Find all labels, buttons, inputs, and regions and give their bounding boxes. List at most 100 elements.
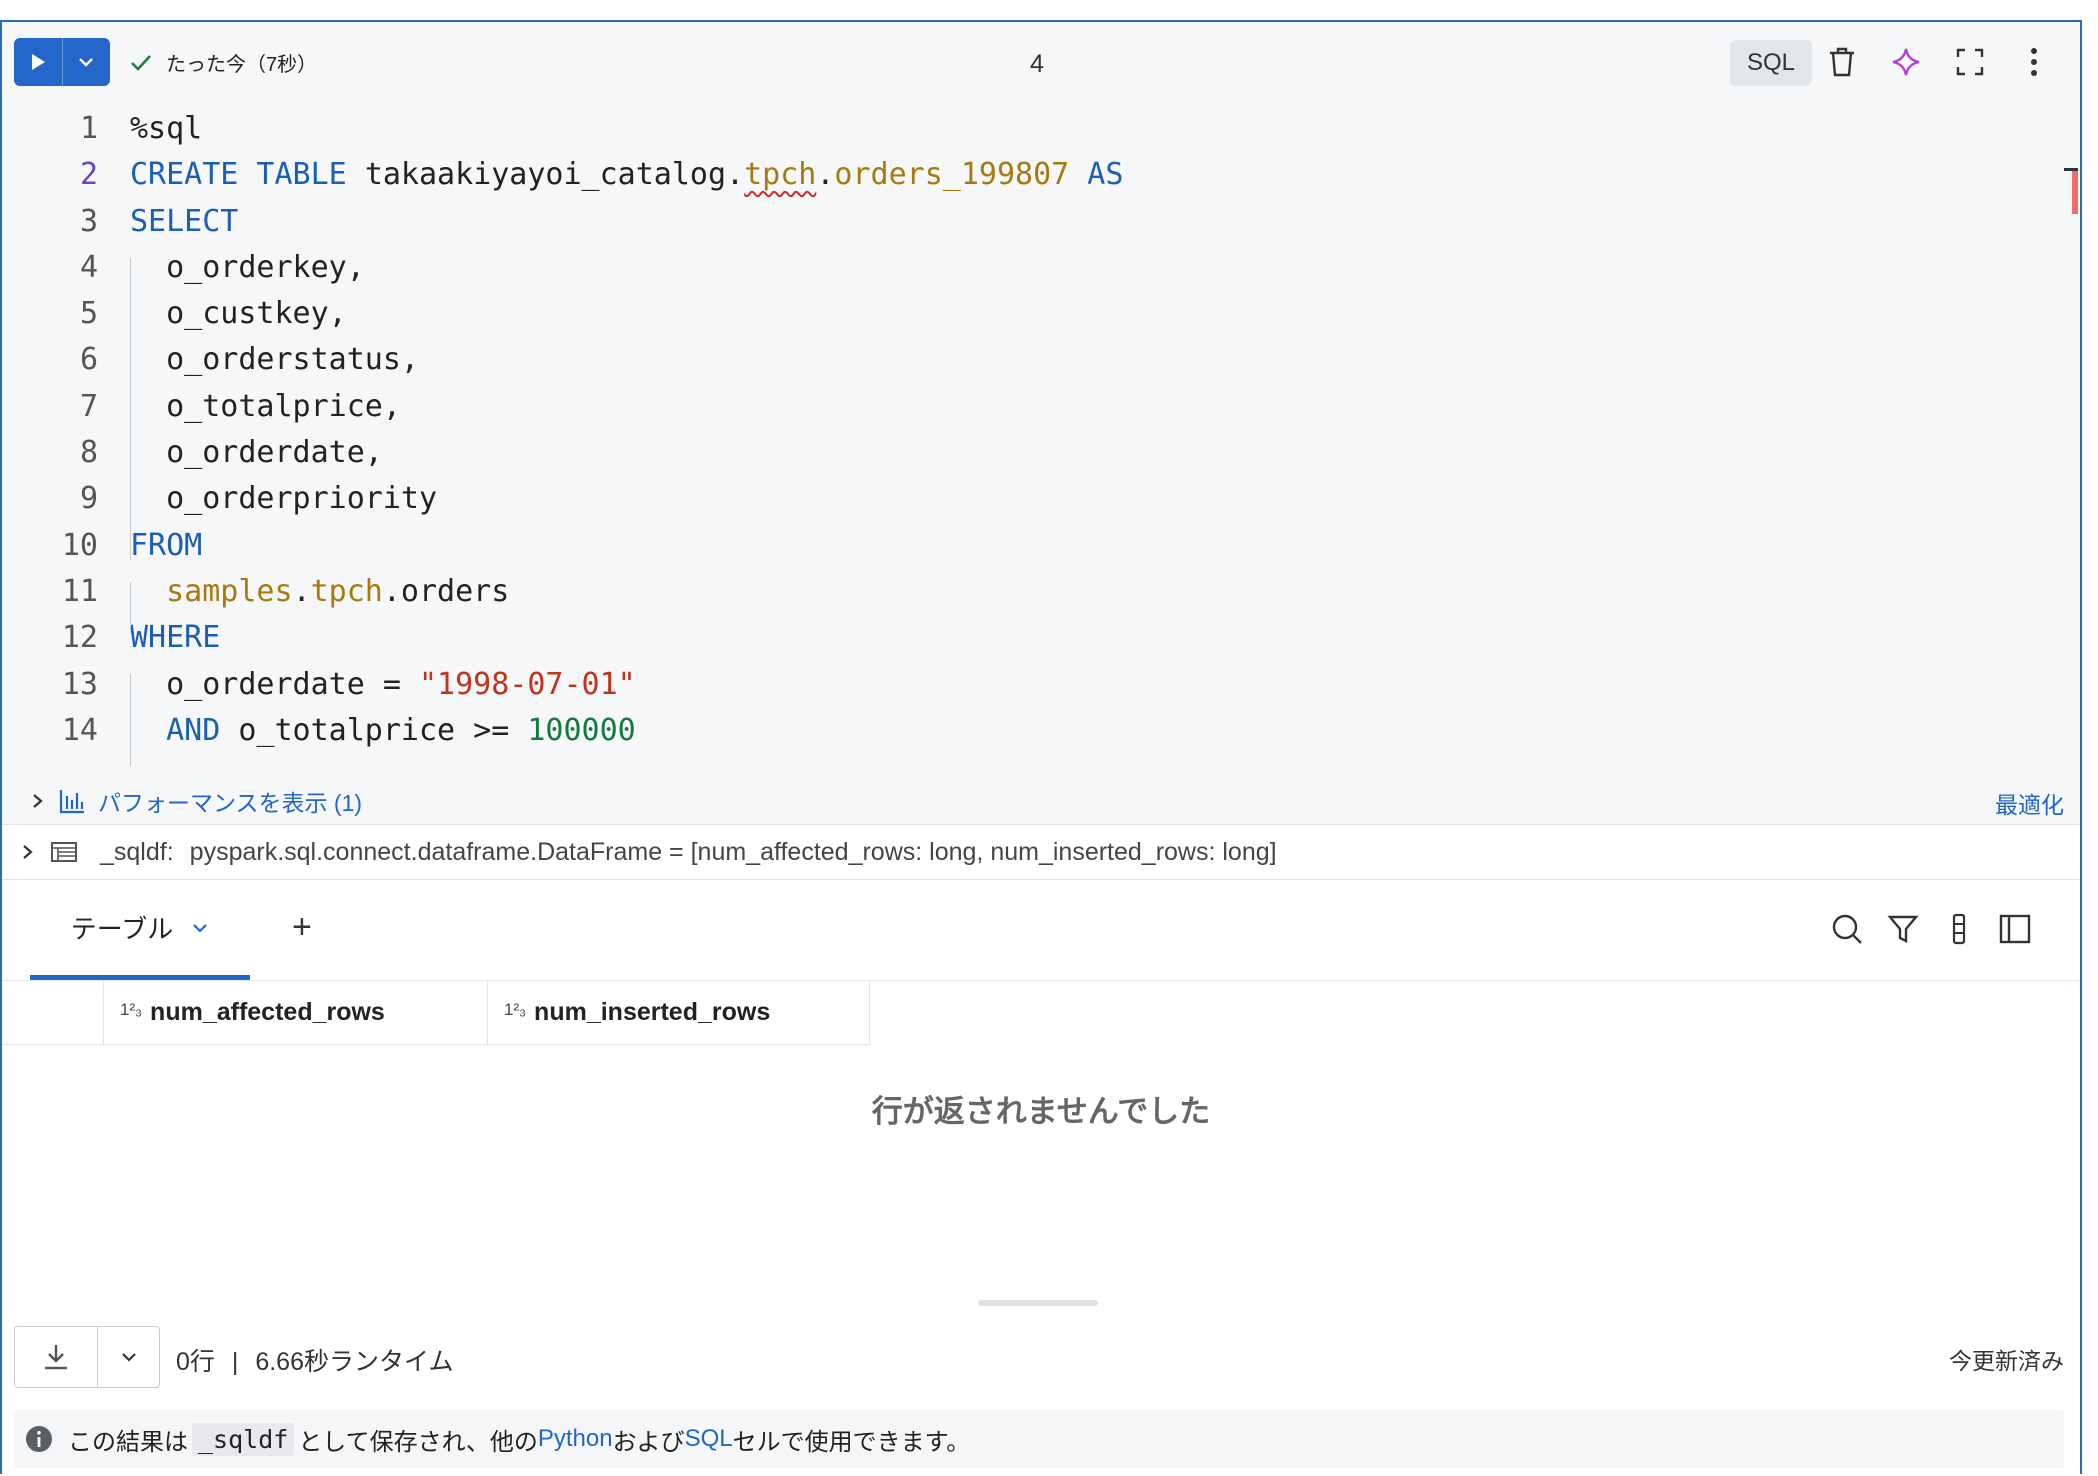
- assistant-button[interactable]: [1888, 44, 1924, 80]
- code-line[interactable]: 12 WHERE: [2, 615, 2080, 661]
- code-text: CREATE TABLE takaakiyayoi_catalog.tpch.o…: [130, 152, 1123, 198]
- code-line[interactable]: 14 AND o_totalprice >= 100000: [2, 708, 2080, 754]
- code-text: FROM: [130, 523, 202, 569]
- indent-guide: [130, 674, 131, 766]
- code-text: o_orderdate = "1998-07-01": [130, 662, 636, 708]
- dataframe-summary[interactable]: _sqldf: pyspark.sql.connect.dataframe.Da…: [2, 824, 2080, 880]
- code-line[interactable]: 11 samples.tpch.orders: [2, 569, 2080, 615]
- indent-guide: [130, 258, 131, 560]
- cursor-scroll-marker: [2064, 168, 2078, 171]
- table-header: 1²₃ num_affected_rows 1²₃ num_inserted_r…: [2, 980, 870, 1045]
- show-performance-label: パフォーマンスを表示 (1): [98, 790, 363, 816]
- column-header-num-affected-rows[interactable]: 1²₃ num_affected_rows: [104, 980, 488, 1044]
- trash-icon: [1830, 47, 1854, 77]
- language-selector[interactable]: SQL: [1730, 40, 1812, 86]
- code-token: 100000: [527, 712, 636, 748]
- chevron-right-icon: [33, 794, 43, 808]
- check-icon: [131, 54, 151, 71]
- column-name: num_inserted_rows: [534, 997, 771, 1026]
- code-token: .orders: [382, 573, 510, 609]
- row-count: 0行: [176, 1348, 215, 1376]
- code-token: o_totalprice,: [130, 388, 401, 424]
- code-token: .: [726, 157, 745, 193]
- code-text: o_totalprice,: [130, 384, 401, 430]
- download-button[interactable]: [15, 1327, 97, 1387]
- code-line[interactable]: 5 o_custkey,: [2, 291, 2080, 337]
- search-button[interactable]: [1828, 910, 1866, 948]
- code-token: o_totalprice >=: [220, 712, 528, 748]
- line-number: 5: [79, 296, 98, 332]
- code-token: o_orderkey,: [130, 249, 365, 285]
- optimize-link[interactable]: 最適化: [1995, 786, 2064, 820]
- line-number: 3: [79, 203, 98, 239]
- code-line[interactable]: 4 o_orderkey,: [2, 245, 2080, 291]
- tab-table-label: テーブル: [70, 914, 174, 944]
- code-line[interactable]: 13 o_orderdate = "1998-07-01": [2, 662, 2080, 708]
- chevron-right-icon: [23, 845, 33, 859]
- code-text: SELECT: [130, 199, 238, 245]
- run-button-group[interactable]: [14, 38, 110, 86]
- error-scroll-marker: [2072, 168, 2078, 214]
- result-meta: 0行 | 6.66秒ランタイム: [176, 1342, 453, 1378]
- code-token: SELECT: [130, 203, 239, 239]
- code-line[interactable]: 2 CREATE TABLE takaakiyayoi_catalog.tpch.…: [2, 152, 2080, 198]
- filter-button[interactable]: [1884, 910, 1922, 948]
- python-link[interactable]: Python: [538, 1425, 613, 1453]
- code-line[interactable]: 3 SELECT: [2, 199, 2080, 245]
- row-index-header: [2, 980, 104, 1044]
- run-status-text: たった今（7秒）: [166, 54, 318, 76]
- line-number: 8: [79, 435, 98, 471]
- run-cell-button[interactable]: [14, 38, 62, 86]
- column-settings-button[interactable]: [1940, 910, 1978, 948]
- code-line[interactable]: 6 o_orderstatus,: [2, 337, 2080, 383]
- code-token: AS: [1069, 157, 1124, 193]
- code-token: FROM: [130, 527, 203, 563]
- play-icon: [31, 54, 45, 70]
- code-token: o_orderdate =: [130, 666, 419, 702]
- show-performance-link[interactable]: パフォーマンスを表示 (1): [30, 784, 362, 818]
- code-token: "1998-07-01": [418, 666, 636, 702]
- run-options-button[interactable]: [61, 38, 111, 86]
- line-number: 4: [79, 249, 98, 285]
- cell-menu-button[interactable]: [2016, 44, 2052, 80]
- expand-cell-button[interactable]: [1952, 44, 1988, 80]
- line-number: 7: [79, 388, 98, 424]
- fullscreen-icon: [1956, 48, 1984, 76]
- results-panel: テーブル + 1²₃ num_affected_rows 1²₃ num_ins…: [2, 880, 2080, 1476]
- download-icon: [45, 1345, 67, 1370]
- code-text: o_orderstatus,: [130, 337, 419, 383]
- code-editor[interactable]: 1 %sql 2 CREATE TABLE takaakiyayoi_catalog.…: [2, 106, 2080, 754]
- side-panel-icon: [1999, 914, 2031, 944]
- sql-link[interactable]: SQL: [685, 1425, 733, 1453]
- code-line[interactable]: 1 %sql: [2, 106, 2080, 152]
- info-banner: この結果は _sqldf として保存され、他の Python および SQL セ…: [14, 1410, 2064, 1468]
- code-token: .: [816, 157, 835, 193]
- code-token: WHERE: [130, 620, 221, 656]
- line-number: 9: [79, 481, 98, 517]
- meta-separator: |: [231, 1348, 239, 1376]
- code-token: orders_199807: [834, 157, 1070, 193]
- add-visualization-button[interactable]: +: [292, 908, 312, 947]
- column-header-num-inserted-rows[interactable]: 1²₃ num_inserted_rows: [488, 980, 870, 1044]
- cell-number: 4: [1030, 50, 1044, 78]
- resize-handle[interactable]: [978, 1300, 1098, 1306]
- code-text: o_orderpriority: [130, 476, 437, 522]
- tab-table[interactable]: テーブル: [30, 880, 250, 980]
- code-line[interactable]: 10 FROM: [2, 523, 2080, 569]
- download-options-button[interactable]: [97, 1327, 159, 1387]
- run-status: たった今（7秒）: [128, 48, 317, 77]
- code-line[interactable]: 9 o_orderpriority: [2, 476, 2080, 522]
- dataframe-name: _sqldf:: [100, 837, 174, 866]
- delete-cell-button[interactable]: [1824, 44, 1860, 80]
- info-text: セルで使用できます。: [732, 1428, 971, 1456]
- line-number: 14: [61, 712, 98, 748]
- side-panel-button[interactable]: [1996, 910, 2034, 948]
- code-line[interactable]: 8 o_orderdate,: [2, 430, 2080, 476]
- info-text: として保存され、他の: [298, 1428, 538, 1456]
- code-text: samples.tpch.orders: [130, 569, 509, 615]
- search-icon: [1832, 914, 1862, 944]
- line-number: 12: [61, 620, 98, 656]
- code-line[interactable]: 7 o_totalprice,: [2, 384, 2080, 430]
- info-text: この結果は: [68, 1428, 188, 1456]
- download-button-group[interactable]: [14, 1326, 160, 1388]
